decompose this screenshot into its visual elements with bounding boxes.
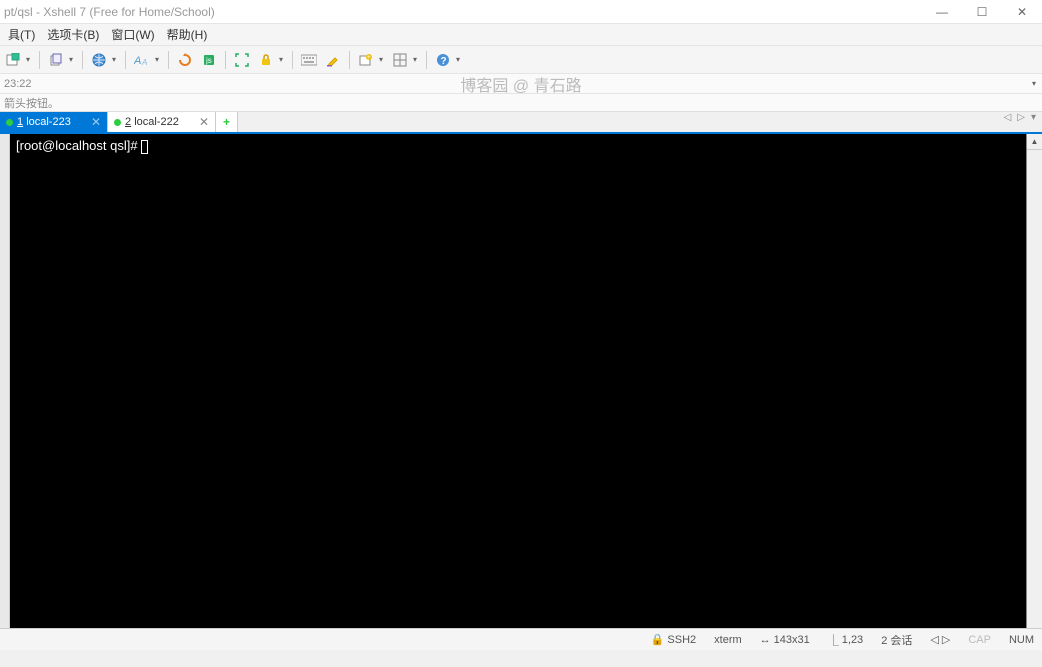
address-dropdown-icon[interactable]: ▾ — [1032, 79, 1036, 88]
svg-text:?: ? — [441, 56, 447, 67]
scroll-up-icon[interactable]: ▲ — [1027, 134, 1042, 150]
separator — [426, 51, 427, 69]
status-capslock: CAP — [968, 634, 991, 646]
toolbar-newtab-icon[interactable]: + — [355, 49, 377, 71]
menu-window[interactable]: 窗口(W) — [105, 24, 160, 45]
status-dot-icon — [6, 119, 13, 126]
status-numlock: NUM — [1009, 634, 1034, 646]
separator — [82, 51, 83, 69]
toolbar-font-icon[interactable]: AA — [131, 49, 153, 71]
toolbar-copy-icon[interactable] — [45, 49, 67, 71]
statusbar: 🔒 SSH2 xterm ↔ 143x31 ⎿ 1,23 2 会话 ◁ ▷ CA… — [0, 628, 1042, 650]
toolbar-layout-icon[interactable] — [389, 49, 411, 71]
status-size: ↔ 143x31 — [760, 634, 810, 646]
minimize-button[interactable]: — — [922, 0, 962, 24]
scroll-track[interactable] — [1027, 150, 1042, 628]
terminal-area: [root@localhost qsl]# ▲ — [0, 134, 1042, 628]
toolbar-help-icon[interactable]: ? — [432, 49, 454, 71]
dropdown-icon[interactable]: ▾ — [456, 55, 464, 64]
toolbar-globe-icon[interactable] — [88, 49, 110, 71]
close-button[interactable]: ✕ — [1002, 0, 1042, 24]
toolbar-lock-icon[interactable] — [255, 49, 277, 71]
toolbar-script-icon[interactable]: js — [198, 49, 220, 71]
menu-tabs[interactable]: 选项卡(B) — [41, 24, 105, 45]
separator — [39, 51, 40, 69]
dropdown-icon[interactable]: ▾ — [155, 55, 163, 64]
tab-next-icon[interactable]: ▷ — [1017, 112, 1025, 123]
toolbar-highlight-icon[interactable] — [322, 49, 344, 71]
tab-close-icon[interactable]: ✕ — [199, 115, 209, 129]
cursor-icon — [141, 140, 148, 154]
resize-icon: ↔ — [760, 634, 771, 646]
watermark-text: 博客园 @ 青石路 — [460, 72, 581, 96]
dropdown-icon[interactable]: ▾ — [112, 55, 120, 64]
tab-local-223[interactable]: 1 local-223 ✕ — [0, 112, 108, 132]
svg-text:+: + — [367, 55, 371, 61]
separator — [225, 51, 226, 69]
addressbar[interactable]: 23:22 博客园 @ 青石路 ▾ — [0, 74, 1042, 94]
terminal-line: [root@localhost qsl]# — [10, 134, 1026, 158]
lock-icon: 🔒 — [651, 633, 665, 646]
scrollbar[interactable]: ▲ — [1026, 134, 1042, 628]
hint-text: 箭头按钮。 — [4, 95, 59, 111]
status-connection: 🔒 SSH2 — [651, 633, 696, 646]
tab-add-button[interactable]: + — [216, 112, 238, 132]
tab-local-222[interactable]: 2 local-222 ✕ — [108, 112, 216, 132]
toolbar: ▾ ▾ ▾ AA ▾ js ▾ + ▾ ▾ ? ▾ — [0, 46, 1042, 74]
tab-label: 1 local-223 — [17, 116, 71, 128]
window-controls: — ☐ ✕ — [922, 0, 1042, 24]
menu-help[interactable]: 帮助(H) — [161, 24, 214, 45]
separator — [349, 51, 350, 69]
dropdown-icon[interactable]: ▾ — [413, 55, 421, 64]
svg-text:A: A — [134, 55, 141, 67]
tab-nav: ◁ ▷ ▾ — [1004, 112, 1042, 123]
ruler-icon: ⎿ — [828, 632, 839, 648]
toolbar-new-icon[interactable] — [2, 49, 24, 71]
toolbar-refresh-icon[interactable] — [174, 49, 196, 71]
tab-label: 2 local-222 — [125, 116, 179, 128]
dropdown-icon[interactable]: ▾ — [26, 55, 34, 64]
tab-close-icon[interactable]: ✕ — [91, 115, 101, 129]
tab-strip: 1 local-223 ✕ 2 local-222 ✕ + ◁ ▷ ▾ — [0, 112, 1042, 134]
status-position: ⎿ 1,23 — [828, 632, 863, 648]
prev-session-icon[interactable]: ◁ — [930, 633, 938, 646]
dropdown-icon[interactable]: ▾ — [69, 55, 77, 64]
titlebar: pt/qsl - Xshell 7 (Free for Home/School)… — [0, 0, 1042, 24]
separator — [168, 51, 169, 69]
terminal[interactable]: [root@localhost qsl]# — [10, 134, 1026, 628]
menu-tools[interactable]: 具(T) — [2, 24, 41, 45]
address-text: 23:22 — [4, 78, 32, 90]
status-sessions: 2 会话 — [881, 632, 912, 648]
svg-text:js: js — [205, 56, 212, 65]
tab-menu-icon[interactable]: ▾ — [1031, 112, 1036, 123]
status-termtype: xterm — [714, 634, 742, 646]
status-dot-icon — [114, 119, 121, 126]
dropdown-icon[interactable]: ▾ — [379, 55, 387, 64]
svg-text:A: A — [141, 58, 147, 67]
dropdown-icon[interactable]: ▾ — [279, 55, 287, 64]
status-nav: ◁ ▷ — [930, 633, 950, 646]
tab-prev-icon[interactable]: ◁ — [1004, 112, 1012, 123]
maximize-button[interactable]: ☐ — [962, 0, 1002, 24]
left-gutter — [0, 134, 10, 628]
menubar: 具(T) 选项卡(B) 窗口(W) 帮助(H) — [0, 24, 1042, 46]
next-session-icon[interactable]: ▷ — [942, 633, 950, 646]
separator — [292, 51, 293, 69]
separator — [125, 51, 126, 69]
window-title: pt/qsl - Xshell 7 (Free for Home/School) — [0, 5, 215, 19]
toolbar-keyboard-icon[interactable] — [298, 49, 320, 71]
toolbar-fullscreen-icon[interactable] — [231, 49, 253, 71]
hintbar: 箭头按钮。 — [0, 94, 1042, 112]
